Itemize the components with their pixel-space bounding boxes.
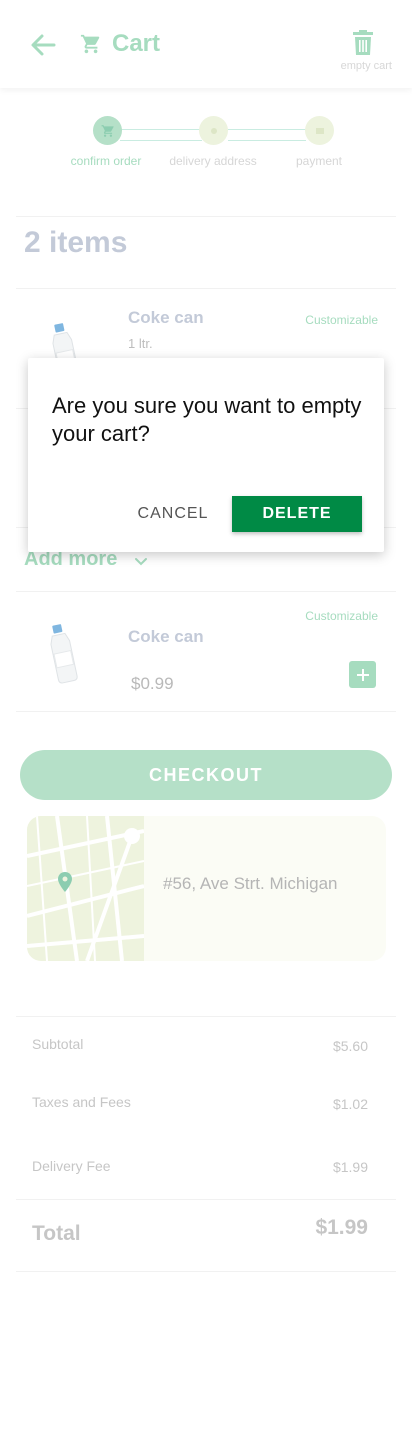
page-title: Cart (112, 30, 161, 57)
delivery-fee-value: $1.99 (332, 1159, 368, 1175)
cart-item: Coke can Customizable $0.99 (16, 592, 396, 712)
checkout-stepper: confirm order delivery address payment (0, 112, 412, 182)
delivery-fee-row: Delivery Fee $1.99 (32, 1158, 368, 1175)
trash-icon[interactable] (352, 30, 374, 56)
location-pin-icon (58, 872, 72, 892)
step-3-label: payment (295, 154, 343, 168)
step-1-label: confirm order (70, 154, 142, 168)
empty-cart-label[interactable]: empty cart (341, 60, 392, 72)
items-count: 2 items (24, 226, 128, 259)
subtotal-row: Subtotal $5.60 (32, 1036, 368, 1054)
divider (16, 216, 396, 217)
step-connector (120, 129, 202, 141)
empty-cart-dialog: Are you sure you want to empty your cart… (28, 358, 384, 552)
chevron-down-icon[interactable] (134, 556, 148, 568)
cart-icon (80, 34, 100, 54)
increase-quantity-button[interactable] (349, 661, 376, 688)
cart-icon (101, 124, 114, 137)
step-connector (228, 129, 306, 141)
subtotal-value: $5.60 (332, 1038, 368, 1054)
divider (16, 1199, 396, 1200)
product-name: Coke can (128, 627, 204, 646)
total-value: $1.99 (315, 1216, 368, 1239)
step-2-label: delivery address (169, 154, 257, 168)
product-size: 1 ltr. (128, 336, 153, 351)
plus-icon (356, 668, 369, 681)
customizable-label[interactable]: Customizable (305, 609, 378, 623)
step-1-dot (93, 116, 122, 145)
location-icon (210, 127, 217, 134)
app-header: Cart empty cart (0, 0, 412, 88)
total-label: Total (32, 1222, 81, 1245)
step-3-dot (305, 116, 334, 145)
delivery-address-card[interactable]: #56, Ave Strt. Michigan (27, 816, 386, 961)
taxes-label: Taxes and Fees (32, 1094, 131, 1110)
map-thumbnail (27, 816, 144, 961)
taxes-value: $1.02 (332, 1096, 368, 1112)
cancel-button[interactable]: CANCEL (128, 496, 218, 532)
delivery-fee-label: Delivery Fee (32, 1158, 111, 1174)
divider (16, 1271, 396, 1272)
product-name: Coke can (128, 308, 204, 327)
divider (16, 1016, 396, 1017)
address-text: #56, Ave Strt. Michigan (163, 874, 338, 893)
subtotal-label: Subtotal (32, 1036, 84, 1052)
dialog-message: Are you sure you want to empty your cart… (52, 393, 362, 446)
back-arrow-icon[interactable] (28, 30, 58, 60)
payment-icon (315, 127, 324, 134)
step-2-dot (199, 116, 228, 145)
taxes-row: Taxes and Fees $1.02 (32, 1094, 368, 1112)
delete-button[interactable]: DELETE (232, 496, 362, 532)
divider (16, 711, 396, 712)
bottle-image (50, 624, 78, 684)
total-row: Total $1.99 (32, 1216, 368, 1246)
product-price: $0.99 (131, 674, 174, 693)
checkout-button[interactable]: CHECKOUT (20, 750, 392, 800)
customizable-label[interactable]: Customizable (305, 313, 378, 327)
